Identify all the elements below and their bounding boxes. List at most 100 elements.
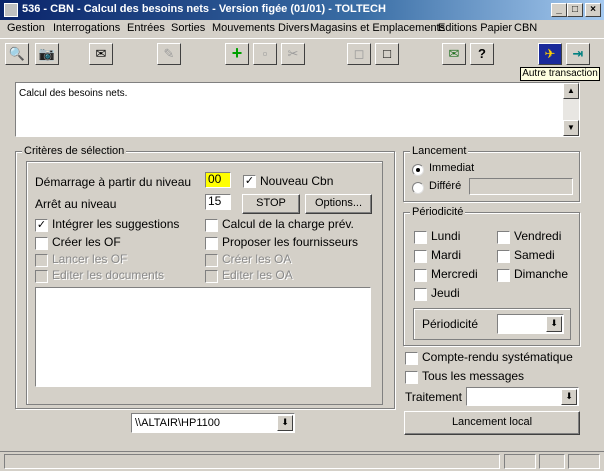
save-icon[interactable]: ▫: [253, 43, 277, 65]
status-pane-3: [539, 454, 565, 469]
demarrage-input[interactable]: 00: [205, 172, 231, 188]
lundi-checkbox[interactable]: [414, 231, 427, 244]
description-scrollbar[interactable]: ▲ ▼: [563, 83, 579, 136]
status-pane-main: [4, 454, 500, 469]
traitement-dropdown-icon[interactable]: ⬇: [561, 389, 577, 405]
vendredi-checkbox[interactable]: [497, 231, 510, 244]
calcul-charge-label: Calcul de la charge prév.: [222, 217, 354, 231]
new-page-icon[interactable]: □: [375, 43, 399, 65]
app-icon: [4, 3, 18, 17]
add-icon[interactable]: +: [225, 43, 249, 65]
window-title: 536 - CBN - Calcul des besoins nets - Ve…: [22, 3, 386, 15]
lancer-of-checkbox: [35, 254, 48, 267]
status-pane-2: [504, 454, 536, 469]
lancement-title: Lancement: [410, 145, 469, 157]
samedi-label: Samedi: [514, 248, 555, 262]
vendredi-label: Vendredi: [514, 229, 562, 243]
stop-button[interactable]: STOP: [242, 194, 300, 214]
compte-rendu-label: Compte-rendu systématique: [422, 350, 573, 364]
camera-icon[interactable]: 📷: [35, 43, 59, 65]
demarrage-label: Démarrage à partir du niveau: [35, 175, 192, 189]
nouveau-cbn-label: Nouveau Cbn: [260, 174, 334, 188]
criteres-title: Critères de sélection: [22, 145, 127, 157]
exit-icon[interactable]: ⇥: [566, 43, 590, 65]
creer-of-checkbox[interactable]: [35, 237, 48, 250]
creer-oa-label: Créer les OA: [222, 252, 292, 266]
menu-entrees[interactable]: Entrées: [127, 22, 165, 34]
status-divider: [0, 451, 604, 452]
lundi-label: Lundi: [431, 229, 461, 243]
minimize-button[interactable]: _: [551, 3, 567, 17]
traitement-select[interactable]: ⬇: [466, 387, 579, 406]
periodicite-select[interactable]: ⬇: [497, 314, 564, 334]
editer-docs-label: Editer les documents: [52, 268, 165, 282]
menu-cbn[interactable]: CBN: [514, 22, 537, 34]
tooltip: Autre transaction: [520, 67, 600, 81]
toolbar: 🔍 📷 ✉ ✎ + ▫ ✂ ◻ □ ✉ ? ✈ ⇥: [0, 38, 604, 68]
integrer-label: Intégrer les suggestions: [52, 217, 180, 231]
lancement-local-button[interactable]: Lancement local: [404, 411, 580, 435]
menu-gestion[interactable]: Gestion: [7, 22, 45, 34]
jeudi-label: Jeudi: [431, 286, 460, 300]
zoom-icon[interactable]: 🔍: [5, 43, 29, 65]
menu-interrogations[interactable]: Interrogations: [53, 22, 120, 34]
mercredi-checkbox[interactable]: [414, 269, 427, 282]
tous-messages-label: Tous les messages: [422, 369, 525, 383]
title-bar: 536 - CBN - Calcul des besoins nets - Ve…: [0, 0, 604, 20]
mercredi-label: Mercredi: [431, 267, 478, 281]
dimanche-label: Dimanche: [514, 267, 569, 281]
cut-icon[interactable]: ✂: [281, 43, 305, 65]
erase-icon[interactable]: ◻: [347, 43, 371, 65]
printer-select[interactable]: \\ALTAIR\HP1100 ⬇: [131, 413, 295, 433]
calcul-charge-checkbox[interactable]: [205, 219, 218, 232]
mail-icon[interactable]: ✉: [89, 43, 113, 65]
menu-magasins[interactable]: Magasins et Emplacements: [310, 22, 445, 34]
creer-oa-checkbox: [205, 254, 218, 267]
send-icon[interactable]: ✉: [442, 43, 466, 65]
creer-of-label: Créer les OF: [52, 235, 121, 249]
periodicite-title: Périodicité: [410, 206, 466, 218]
options-button[interactable]: Options...: [305, 194, 372, 214]
compte-rendu-checkbox[interactable]: [405, 352, 418, 365]
samedi-checkbox[interactable]: [497, 250, 510, 263]
periodicite-field-label: Périodicité: [422, 317, 479, 331]
dimanche-checkbox[interactable]: [497, 269, 510, 282]
printer-dropdown-icon[interactable]: ⬇: [277, 415, 293, 431]
menu-editions-papier[interactable]: Editions Papier: [438, 22, 512, 34]
jeudi-checkbox[interactable]: [414, 288, 427, 301]
printer-value: \\ALTAIR\HP1100: [135, 417, 220, 429]
editer-docs-checkbox: [35, 270, 48, 283]
close-button[interactable]: ×: [585, 3, 601, 17]
differe-label: Différé: [429, 180, 462, 192]
proposer-checkbox[interactable]: [205, 237, 218, 250]
tous-messages-checkbox[interactable]: [405, 371, 418, 384]
immediat-label: Immediat: [429, 162, 475, 174]
help-icon[interactable]: ?: [470, 43, 494, 65]
menu-bar: Gestion Interrogations Entrées Sorties M…: [0, 20, 604, 38]
other-transaction-icon[interactable]: ✈: [538, 43, 562, 65]
maximize-button[interactable]: □: [567, 3, 583, 17]
menu-mouvements-divers[interactable]: Mouvements Divers: [212, 22, 309, 34]
periodicite-dropdown-icon[interactable]: ⬇: [546, 316, 562, 332]
menu-sorties[interactable]: Sorties: [171, 22, 205, 34]
nouveau-cbn-checkbox[interactable]: ✓: [243, 175, 256, 188]
differe-date-input[interactable]: [469, 178, 573, 195]
editer-oa-label: Editer les OA: [222, 268, 293, 282]
proposer-label: Proposer les fournisseurs: [222, 235, 359, 249]
immediat-radio[interactable]: [412, 164, 424, 176]
scroll-down-icon[interactable]: ▼: [563, 120, 579, 136]
editer-oa-checkbox: [205, 270, 218, 283]
messages-list[interactable]: [35, 287, 371, 387]
description-text: Calcul des besoins nets.: [19, 88, 128, 99]
traitement-label: Traitement: [405, 390, 462, 404]
status-pane-4: [568, 454, 600, 469]
scroll-up-icon[interactable]: ▲: [563, 83, 579, 99]
integrer-checkbox[interactable]: ✓: [35, 219, 48, 232]
lancer-of-label: Lancer les OF: [52, 252, 128, 266]
mardi-checkbox[interactable]: [414, 250, 427, 263]
arret-input[interactable]: 15: [205, 194, 231, 210]
differe-radio[interactable]: [412, 182, 424, 194]
mardi-label: Mardi: [431, 248, 462, 262]
arret-label: Arrêt au niveau: [35, 197, 117, 211]
edit-icon[interactable]: ✎: [157, 43, 181, 65]
